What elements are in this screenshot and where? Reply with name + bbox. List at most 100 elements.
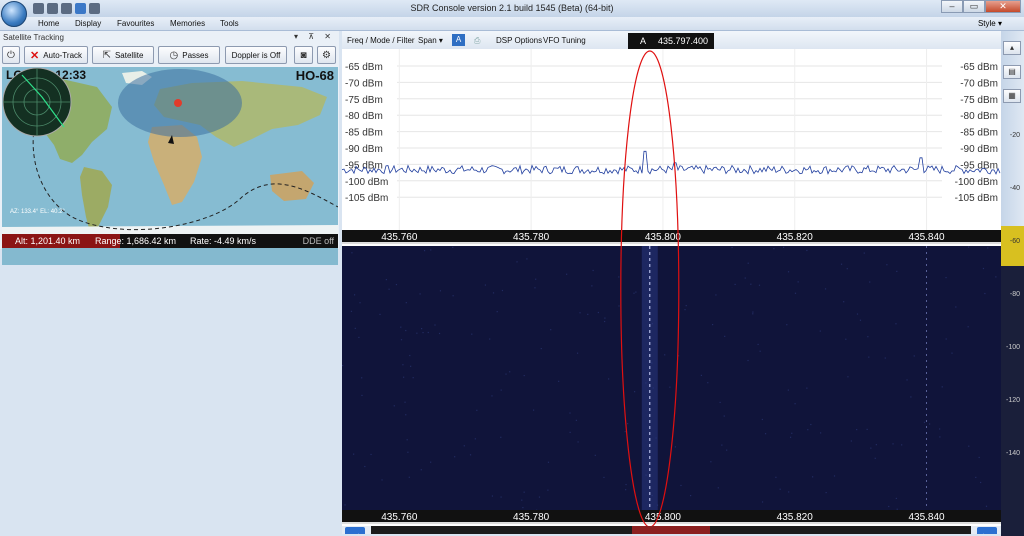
dsp-options-button[interactable]: DSP Options (496, 36, 542, 45)
waterfall-speckle (843, 301, 845, 303)
waterfall-speckle (941, 386, 943, 388)
waterfall-speckle (995, 276, 997, 278)
waterfall-speckle (405, 329, 407, 332)
dbm-label-left: -100 dBm (345, 177, 388, 188)
settings-button[interactable]: ⚙ (317, 46, 336, 64)
waterfall-speckle (794, 292, 797, 294)
waterfall-speckle (794, 403, 796, 405)
waterfall-speckle (773, 248, 775, 250)
waterfall-speckle (747, 262, 749, 264)
waterfall-speckle (719, 401, 721, 404)
style-menu[interactable]: Style ▾ (978, 19, 1002, 28)
waterfall-speckle (471, 333, 473, 335)
menu-tools[interactable]: Tools (220, 19, 239, 28)
menu-home[interactable]: Home (38, 19, 59, 28)
waterfall-speckle (863, 252, 865, 254)
dbm-label-right: -105 dBm (955, 193, 998, 204)
waterfall-level-scale[interactable]: -20 -40 -60 -80 -100 -120 -140 (1001, 31, 1024, 536)
spectrum-plot[interactable] (342, 49, 1001, 230)
print-icon[interactable]: ⎙ (474, 36, 480, 46)
waterfall-speckle (845, 338, 847, 340)
window-title: SDR Console version 2.1 build 1545 (Beta… (410, 3, 614, 13)
waterfall-speckle (410, 365, 412, 367)
menu-display[interactable]: Display (75, 19, 101, 28)
waterfall-speckle (967, 326, 969, 328)
waterfall-speckle (405, 414, 407, 416)
menu-favourites[interactable]: Favourites (117, 19, 154, 28)
waterfall-speckle (523, 491, 525, 493)
maximize-button[interactable]: ▭ (963, 0, 985, 13)
waterfall-speckle (758, 284, 761, 286)
waterfall-speckle (674, 446, 677, 448)
waterfall-speckle (353, 453, 355, 455)
freq-mode-filter-button[interactable]: Freq / Mode / Filter (347, 36, 415, 45)
dbm-label-left: -90 dBm (345, 144, 383, 155)
dbm-label-right: -70 dBm (960, 78, 998, 89)
span-button[interactable]: Span ▾ (418, 36, 443, 45)
waterfall-speckle (603, 476, 605, 479)
waterfall-speckle (395, 283, 398, 286)
frequency-display[interactable]: A 435.797.400 (628, 33, 714, 49)
waterfall-speckle (886, 264, 888, 266)
auto-track-button[interactable]: ✕ Auto-Track (24, 46, 88, 64)
waterfall-speckle (540, 347, 542, 350)
waterfall-speckle (408, 476, 410, 478)
waterfall-speckle (806, 387, 808, 389)
waterfall-speckle (850, 440, 852, 442)
app-menu-orb[interactable] (1, 1, 27, 27)
power-button[interactable]: ⏻ (2, 46, 20, 64)
waterfall-speckle (430, 249, 432, 251)
doppler-label: Doppler is Off (231, 50, 281, 60)
waterfall-speckle (856, 428, 858, 431)
waterfall-speckle (923, 421, 926, 423)
waterfall-speckle (840, 263, 843, 265)
waterfall-speckle (750, 283, 752, 285)
waterfall-speckle (474, 438, 476, 440)
waterfall-speckle (592, 269, 594, 272)
satellite-button[interactable]: ⇱ Satellite (92, 46, 154, 64)
waterfall-speckle (633, 292, 635, 294)
waterfall-speckle (381, 479, 383, 481)
waterfall-speckle (587, 313, 589, 315)
waterfall-speckle (361, 377, 363, 379)
waterfall-speckle (407, 451, 409, 453)
dbm-label-left: -65 dBm (345, 62, 383, 73)
waterfall-speckle (419, 293, 421, 295)
menu-memories[interactable]: Memories (170, 19, 205, 28)
waterfall-speckle (358, 336, 360, 339)
waterfall-speckle (939, 428, 941, 430)
vfo-tuning-button[interactable]: VFO Tuning (543, 36, 586, 45)
waterfall-speckle (888, 505, 890, 508)
waterfall-speckle (625, 489, 627, 491)
passes-label: Passes (182, 50, 209, 60)
level-tick-label: -140 (1006, 450, 1020, 457)
waterfall-speckle (618, 305, 620, 307)
waterfall[interactable] (342, 246, 1001, 510)
close-button[interactable]: ✕ (985, 0, 1021, 13)
waterfall-speckle (454, 456, 456, 458)
freq-tick-label: 435.760 (381, 512, 418, 523)
waterfall-speckle (416, 332, 418, 334)
dbm-label-right: -100 dBm (955, 177, 998, 188)
waterfall-speckle (489, 338, 491, 340)
passes-button[interactable]: ◷ Passes (158, 46, 220, 64)
waterfall-speckle (700, 374, 703, 376)
waterfall-speckle (787, 389, 789, 391)
doppler-button[interactable]: Doppler is Off (225, 46, 287, 64)
camera-button[interactable]: ◙ (294, 46, 313, 64)
minimize-button[interactable]: – (941, 0, 963, 13)
freq-tick-label: 435.760 (381, 232, 418, 243)
panel-pin-controls[interactable]: ▾ ⊼ ✕ (294, 32, 335, 41)
waterfall-speckle (875, 444, 877, 446)
waterfall-speckle (608, 378, 610, 380)
freq-tick-label: 435.780 (513, 232, 550, 243)
spectrum-waterfall[interactable]: -65 dBm -65 dBm -70 dBm -70 dBm -75 dBm -75 d… (342, 49, 1001, 534)
waterfall-speckle (968, 246, 970, 248)
waterfall-speckle (906, 379, 908, 381)
waterfall-speckle (939, 436, 941, 438)
waterfall-speckle (869, 281, 871, 283)
waterfall-speckle (364, 465, 366, 468)
waterfall-speckle (868, 356, 870, 358)
vfo-a-toggle[interactable]: A (452, 34, 465, 46)
waterfall-speckle (715, 294, 717, 296)
